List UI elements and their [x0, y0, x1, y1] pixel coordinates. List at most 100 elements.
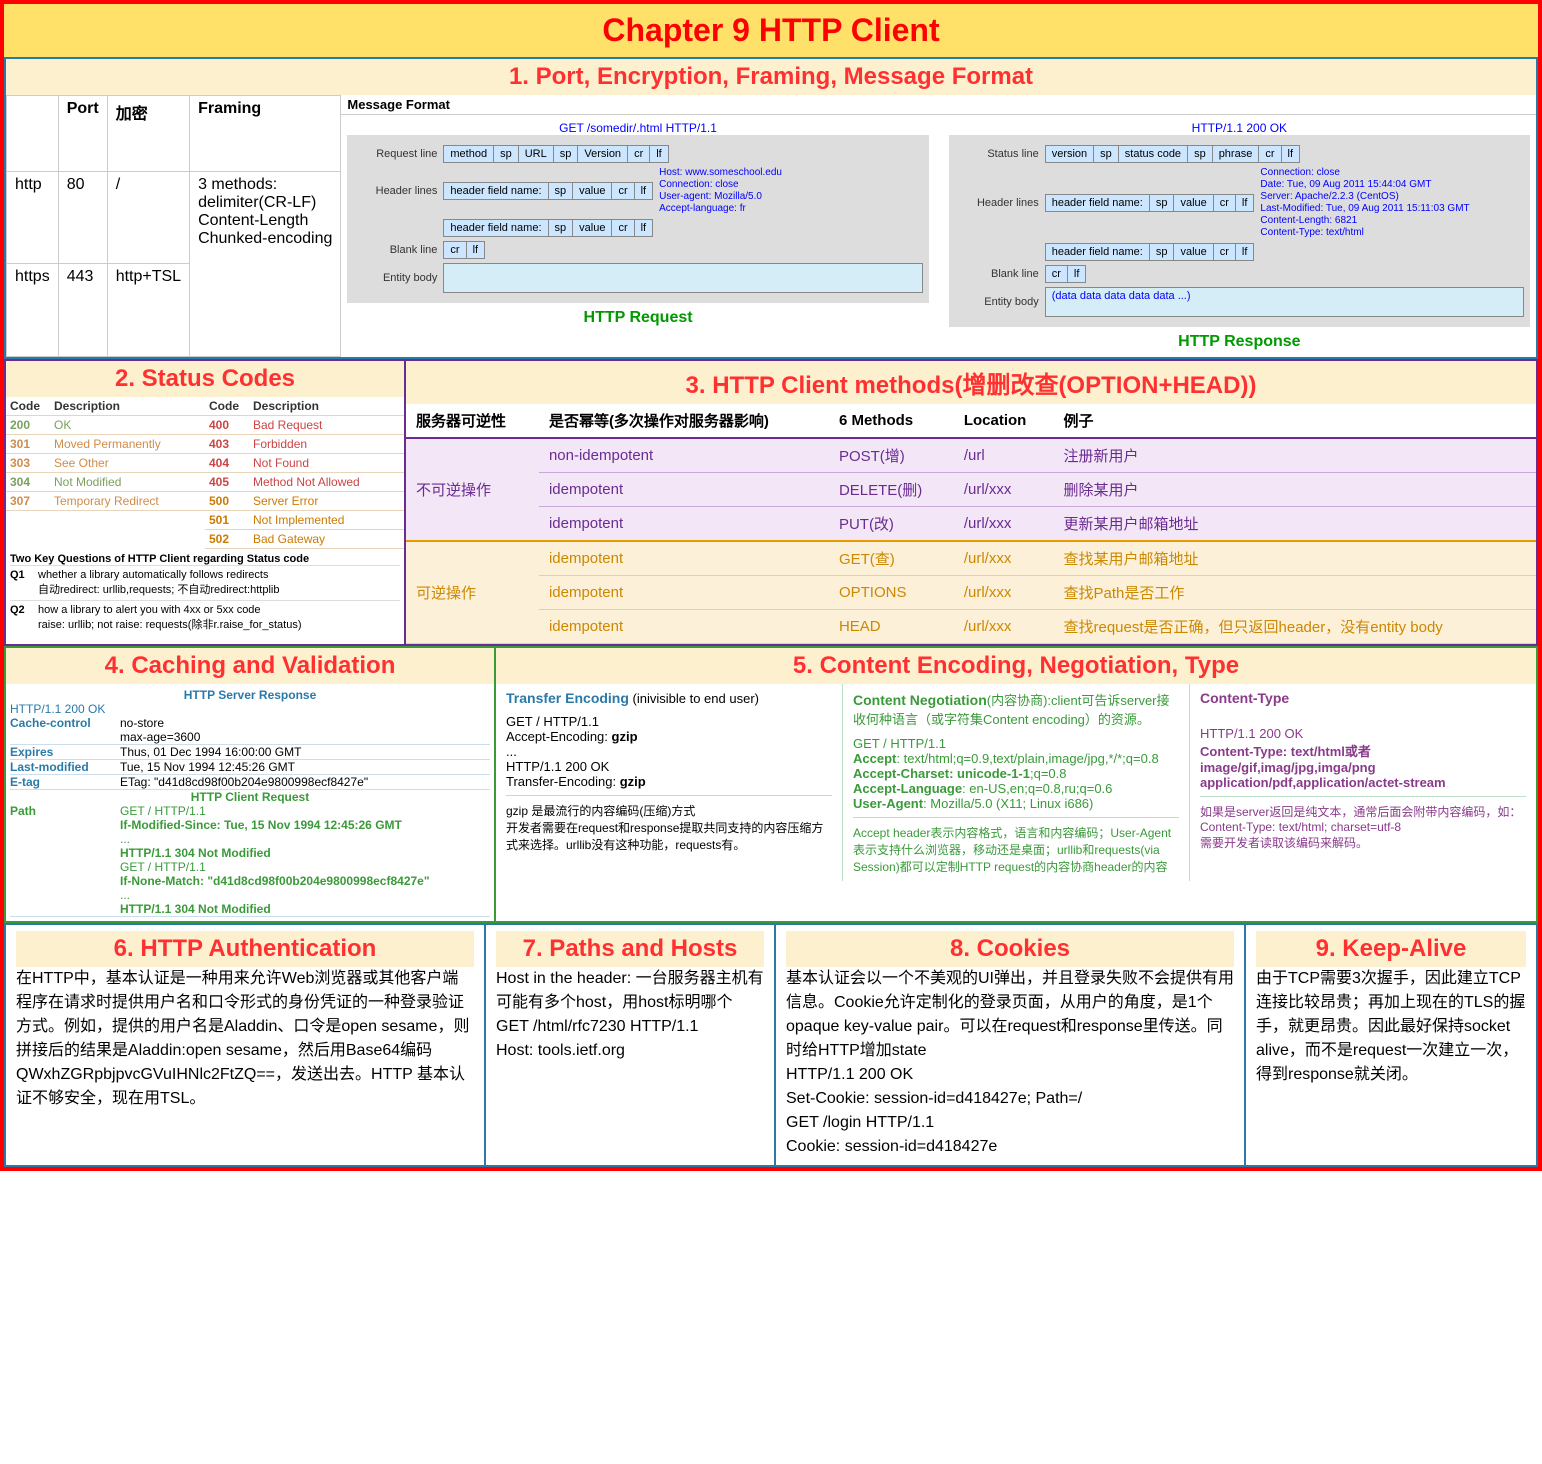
s5-c3-note: 如果是server返回是纯文本，通常后面会附带内容编码，如： Content-T… [1200, 796, 1526, 851]
s5-col-transfer: Transfer Encoding (inivisible to end use… [496, 684, 843, 881]
section-6-title: 6. HTTP Authentication [16, 931, 474, 967]
s4-r1-1: GET / HTTP/1.1 [120, 804, 490, 818]
s4-lm-v: Tue, 15 Nov 1994 12:45:26 GMT [120, 760, 490, 774]
req-label-blank: Blank line [353, 244, 443, 256]
res-hdr-blocks: header field name:spvaluecrlf [1045, 194, 1255, 212]
req-body-block [443, 263, 922, 293]
section-9-title: 9. Keep-Alive [1256, 931, 1526, 967]
s8-l1: HTTP/1.1 200 OK [786, 1063, 1234, 1087]
s1-col-framing: Framing [190, 96, 341, 172]
section-1-title: 1. Port, Encryption, Framing, Message Fo… [6, 59, 1536, 95]
s5-c2-1: GET / HTTP/1.1 [853, 736, 1179, 751]
sc-q1b: 自动redirect: urllib,requests; 不自动redirect… [38, 581, 279, 597]
s4-resp-header: HTTP Server Response [10, 688, 490, 702]
s5-c2h: Content Negotiation [853, 692, 987, 708]
req-hdr-blocks: header field name:spvaluecrlf [443, 182, 653, 200]
s4-lm-k: Last-modified [10, 760, 120, 774]
section-2: 2. Status Codes CodeDescription200OK301M… [6, 361, 406, 644]
http-request-diagram: GET /somedir/.html HTTP/1.1 Request line… [347, 121, 928, 351]
s4-r2-2: If-None-Match: "d41d8cd98f00b204e9800998… [120, 874, 430, 888]
s4-cache-k: Cache-control [10, 716, 120, 744]
s4-cache-v1: no-store [120, 716, 490, 730]
section-7-title: 7. Paths and Hosts [496, 931, 764, 967]
s4-r1-3: ... [120, 832, 490, 846]
row-sections-4-5: 4. Caching and Validation HTTP Server Re… [4, 646, 1538, 923]
s1-col-enc: 加密 [107, 96, 189, 172]
res-label-status: Status line [955, 148, 1045, 160]
section-9: 9. Keep-Alive 由于TCP需要3次握手，因此建立TCP连接比较昂贵；… [1246, 925, 1536, 1165]
section-5: 5. Content Encoding, Negotiation, Type T… [496, 648, 1536, 921]
s7-l2: GET /html/rfc7230 HTTP/1.1 [496, 1015, 764, 1039]
s4-exp-v: Thus, 01 Dec 1994 16:00:00 GMT [120, 745, 490, 759]
section-1: 1. Port, Encryption, Framing, Message Fo… [4, 57, 1538, 359]
section-4: 4. Caching and Validation HTTP Server Re… [6, 648, 496, 921]
s1-http-port: 80 [58, 171, 107, 264]
sc-q2b: raise: urllib; not raise: requests(除非r.r… [38, 616, 302, 632]
port-enc-framing-table: Port 加密 Framing http 80 / 3 methods: del… [6, 95, 341, 357]
req-hdr-blocks-2: header field name:spvaluecrlf [443, 219, 653, 237]
req-note: Host: www.someschool.edu Connection: clo… [653, 167, 782, 215]
res-line-blocks: versionspstatus codespphrasecrlf [1045, 145, 1300, 163]
s4-r1-4: HTTP/1.1 304 Not Modified [120, 846, 271, 860]
section-3: 3. HTTP Client methods(增删改查(OPTION+HEAD)… [406, 361, 1536, 644]
s1-col0 [7, 96, 59, 172]
row-sections-6-9: 6. HTTP Authentication 在HTTP中，基本认证是一种用来允… [4, 923, 1538, 1167]
s4-r2-1: GET / HTTP/1.1 [120, 860, 490, 874]
s8-body: 基本认证会以一个不美观的UI弹出，并且登录失败不会提供有用信息。Cookie允许… [786, 967, 1234, 1063]
req-example-line: GET /somedir/.html HTTP/1.1 [347, 121, 928, 135]
s4-cache-v2: max-age=3600 [120, 730, 490, 744]
res-example-line: HTTP/1.1 200 OK [949, 121, 1530, 135]
res-hdr-blocks-2: header field name:spvaluecrlf [1045, 243, 1255, 261]
res-blank-blocks: crlf [1045, 265, 1087, 283]
s9-body: 由于TCP需要3次握手，因此建立TCP连接比较昂贵；再加上现在的TLS的握手，就… [1256, 967, 1526, 1087]
s1-framing: 3 methods: delimiter(CR-LF) Content-Leng… [190, 171, 341, 356]
s4-r2-4: HTTP/1.1 304 Not Modified [120, 902, 271, 916]
s4-r2-3: ... [120, 888, 490, 902]
section-7: 7. Paths and Hosts Host in the header: 一… [486, 925, 776, 1165]
req-line-blocks: methodspURLspVersioncrlf [443, 145, 668, 163]
section-4-title: 4. Caching and Validation [6, 648, 494, 684]
s1-col-msgfmt: Message Format [341, 95, 1536, 115]
s5-c1-1: GET / HTTP/1.1 [506, 714, 832, 729]
status-codes-right: CodeDescription400Bad Request403Forbidde… [205, 397, 404, 549]
s4-req-header: HTTP Client Request [10, 790, 490, 804]
s5-c1h2: (inivisible to end user) [629, 691, 759, 706]
http-response-diagram: HTTP/1.1 200 OK Status line versionspsta… [949, 121, 1530, 351]
s6-body: 在HTTP中，基本认证是一种用来允许Web浏览器或其他客户端程序在请求时提供用户… [16, 967, 474, 1111]
res-note: Connection: close Date: Tue, 09 Aug 2011… [1254, 167, 1469, 239]
chapter-title: Chapter 9 HTTP Client [4, 4, 1538, 57]
s4-r1-2: If-Modified-Since: Tue, 15 Nov 1994 12:4… [120, 818, 402, 832]
s7-l3: Host: tools.ietf.org [496, 1039, 764, 1063]
s1-https-enc: http+TSL [107, 264, 189, 357]
sc-q2a: how a library to alert you with 4xx or 5… [38, 604, 302, 616]
sc-q1a: whether a library automatically follows … [38, 569, 279, 581]
res-caption: HTTP Response [949, 327, 1530, 351]
req-caption: HTTP Request [347, 303, 928, 327]
s5-c3h: Content-Type [1200, 690, 1526, 706]
section-2-title: 2. Status Codes [6, 361, 404, 397]
s5-c1-3: ... [506, 744, 832, 759]
s8-l2: Set-Cookie: session-id=d418427e; Path=/ [786, 1087, 1234, 1111]
s1-https-proto: https [7, 264, 59, 357]
res-label-hdr: Header lines [955, 197, 1045, 209]
s5-c1h: Transfer Encoding [506, 690, 629, 706]
s4-status: HTTP/1.1 200 OK [10, 702, 490, 716]
s5-col-contenttype: Content-Type HTTP/1.1 200 OK Content-Typ… [1190, 684, 1536, 881]
s5-col-negotiation: Content Negotiation(内容协商):client可告诉serve… [843, 684, 1190, 881]
row-sections-2-3: 2. Status Codes CodeDescription200OK301M… [4, 359, 1538, 646]
s5-c2-note: Accept header表示内容格式，语言和内容编码；User-Agent表示… [853, 817, 1179, 875]
s1-https-port: 443 [58, 264, 107, 357]
req-label-hdr: Header lines [353, 185, 443, 197]
s5-c1-4: HTTP/1.1 200 OK [506, 759, 832, 774]
s5-c1-note: gzip 是最流行的内容编码(压缩)方式 开发者需要在request和respo… [506, 795, 832, 853]
s4-exp-k: Expires [10, 745, 120, 759]
s1-http-enc: / [107, 171, 189, 264]
section-3-title: 3. HTTP Client methods(增删改查(OPTION+HEAD)… [406, 361, 1536, 404]
s4-path-k: Path [10, 804, 120, 916]
s1-http-proto: http [7, 171, 59, 264]
req-blank-blocks: crlf [443, 241, 485, 259]
status-codes-left: CodeDescription200OK301Moved Permanently… [6, 397, 205, 549]
req-label-body: Entity body [353, 272, 443, 284]
s5-c3-2: Content-Type: text/html或者image/gif,imag/… [1200, 741, 1526, 790]
sc-q-title: Two Key Questions of HTTP Client regardi… [10, 553, 400, 565]
